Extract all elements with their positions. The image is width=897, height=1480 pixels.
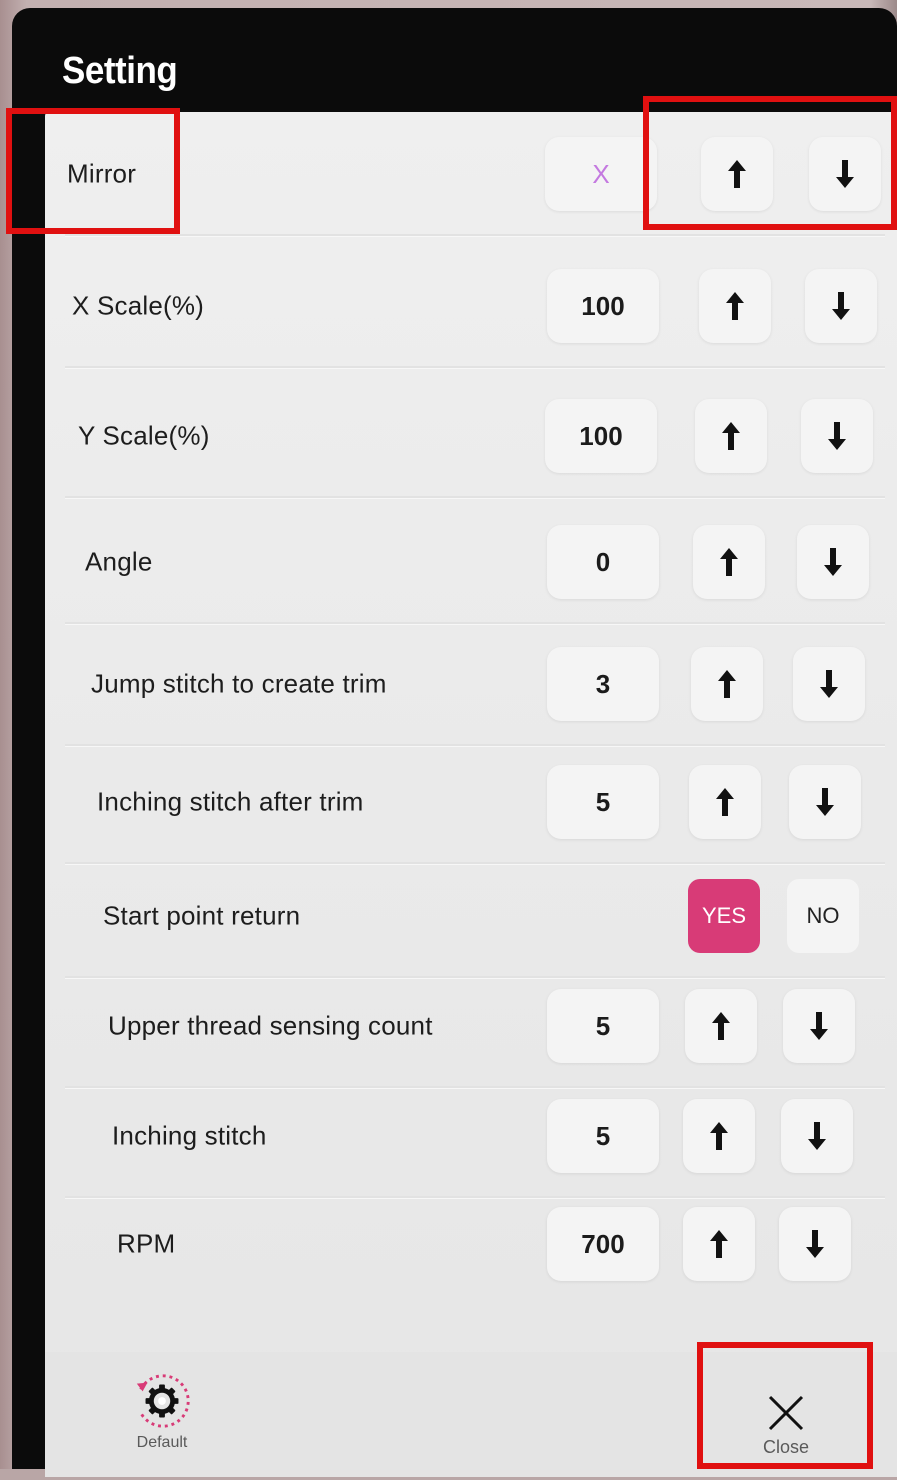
setting-row-y-scale: Y Scale(%) 100 xyxy=(45,374,895,498)
rpm-value[interactable]: 700 xyxy=(547,1207,659,1281)
setting-label-upper-thread: Upper thread sensing count xyxy=(108,1010,433,1041)
angle-down-button[interactable] xyxy=(797,525,869,599)
setting-label-x-scale: X Scale(%) xyxy=(72,290,205,321)
setting-label-start-point-return: Start point return xyxy=(103,900,301,931)
y-scale-up-button[interactable] xyxy=(695,399,767,473)
setting-label-rpm: RPM xyxy=(117,1228,176,1259)
inching-after-trim-value[interactable]: 5 xyxy=(547,765,659,839)
y-scale-value[interactable]: 100 xyxy=(545,399,657,473)
arrow-down-icon xyxy=(836,160,854,188)
default-label: Default xyxy=(136,1434,188,1451)
mirror-value[interactable]: X xyxy=(545,137,657,211)
close-icon xyxy=(768,1395,804,1430)
upper-thread-up-button[interactable] xyxy=(685,989,757,1063)
x-scale-down-button[interactable] xyxy=(805,269,877,343)
mirror-down-button[interactable] xyxy=(809,137,881,211)
row-divider xyxy=(65,366,885,368)
setting-label-y-scale: Y Scale(%) xyxy=(78,420,210,451)
arrow-up-icon xyxy=(716,788,734,816)
setting-row-rpm: RPM 700 xyxy=(45,1182,895,1306)
angle-value[interactable]: 0 xyxy=(547,525,659,599)
setting-row-inching-stitch: Inching stitch 5 xyxy=(45,1074,895,1198)
inching-stitch-value[interactable]: 5 xyxy=(547,1099,659,1173)
row-divider xyxy=(65,234,885,236)
arrow-down-icon xyxy=(810,1012,828,1040)
jump-stitch-up-button[interactable] xyxy=(691,647,763,721)
close-button[interactable]: Close xyxy=(736,1370,836,1480)
jump-stitch-down-button[interactable] xyxy=(793,647,865,721)
rpm-down-button[interactable] xyxy=(779,1207,851,1281)
y-scale-down-button[interactable] xyxy=(801,399,873,473)
inching-stitch-up-button[interactable] xyxy=(683,1099,755,1173)
arrow-up-icon xyxy=(718,670,736,698)
upper-thread-value[interactable]: 5 xyxy=(547,989,659,1063)
arrow-up-icon xyxy=(722,422,740,450)
setting-row-upper-thread: Upper thread sensing count 5 xyxy=(45,964,895,1088)
rpm-up-button[interactable] xyxy=(683,1207,755,1281)
setting-row-inching-after-trim: Inching stitch after trim 5 xyxy=(45,740,895,864)
arrow-down-icon xyxy=(816,788,834,816)
setting-label-inching-stitch: Inching stitch xyxy=(112,1120,267,1151)
start-point-return-yes-button[interactable]: YES xyxy=(688,879,760,953)
arrow-up-icon xyxy=(728,160,746,188)
arrow-up-icon xyxy=(720,548,738,576)
arrow-down-icon xyxy=(808,1122,826,1150)
inching-stitch-down-button[interactable] xyxy=(781,1099,853,1173)
arrow-down-icon xyxy=(806,1230,824,1258)
setting-label-jump-stitch: Jump stitch to create trim xyxy=(91,668,387,699)
arrow-down-icon xyxy=(824,548,842,576)
x-scale-value[interactable]: 100 xyxy=(547,269,659,343)
upper-thread-down-button[interactable] xyxy=(783,989,855,1063)
start-point-return-no-button[interactable]: NO xyxy=(787,879,859,953)
setting-row-x-scale: X Scale(%) 100 xyxy=(45,244,895,368)
settings-dialog: Setting Mirror X X Scale(%) 100 Y Scale(… xyxy=(12,8,897,1477)
arrow-down-icon xyxy=(832,292,850,320)
row-divider xyxy=(65,496,885,498)
jump-stitch-value[interactable]: 3 xyxy=(547,647,659,721)
inching-after-trim-up-button[interactable] xyxy=(689,765,761,839)
gear-reset-icon xyxy=(136,1374,190,1428)
dialog-title: Setting xyxy=(62,50,178,92)
arrow-up-icon xyxy=(712,1012,730,1040)
setting-row-mirror: Mirror X xyxy=(45,112,895,236)
mirror-up-button[interactable] xyxy=(701,137,773,211)
close-label: Close xyxy=(762,1436,810,1457)
setting-row-start-point-return: Start point return YES NO xyxy=(45,854,895,978)
setting-label-angle: Angle xyxy=(85,546,153,577)
settings-panel: Mirror X X Scale(%) 100 Y Scale(%) 100 A… xyxy=(45,112,897,1477)
arrow-up-icon xyxy=(710,1230,728,1258)
inching-after-trim-down-button[interactable] xyxy=(789,765,861,839)
x-scale-up-button[interactable] xyxy=(699,269,771,343)
default-button[interactable]: Default xyxy=(122,1370,202,1462)
angle-up-button[interactable] xyxy=(693,525,765,599)
arrow-up-icon xyxy=(710,1122,728,1150)
arrow-down-icon xyxy=(828,422,846,450)
arrow-up-icon xyxy=(726,292,744,320)
setting-label-mirror: Mirror xyxy=(67,158,137,189)
arrow-down-icon xyxy=(820,670,838,698)
setting-row-jump-stitch: Jump stitch to create trim 3 xyxy=(45,622,895,746)
setting-row-angle: Angle 0 xyxy=(45,500,895,624)
setting-label-inching-after-trim: Inching stitch after trim xyxy=(97,786,364,817)
